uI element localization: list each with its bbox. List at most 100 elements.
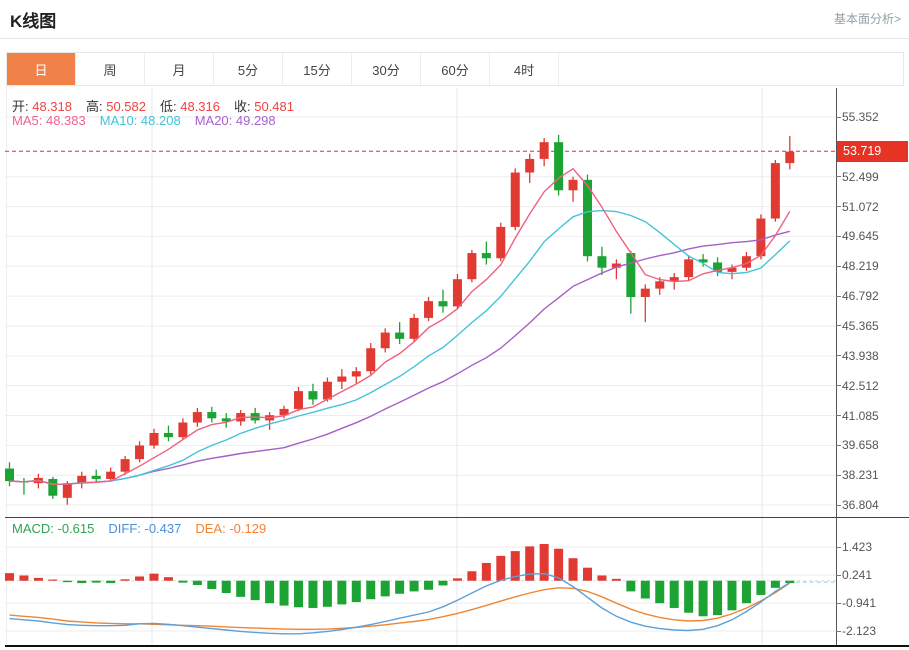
info-pair: MA5: 48.383 [12,113,86,128]
macd-bar [438,580,448,586]
axis-tick [836,385,841,387]
macd-bar [770,580,780,588]
axis-label: 46.792 [842,289,879,304]
axis-label: 52.499 [842,169,879,184]
macd-bar [554,548,564,581]
tab-week[interactable]: 周 [76,53,145,85]
candle-body [496,226,506,259]
candle-body [568,179,578,191]
axis-label: 45.365 [842,318,879,333]
candle-body [5,468,14,482]
candle-body [554,142,564,191]
macd-bar [106,580,116,584]
axis-label: 51.072 [842,199,879,214]
candle-body [351,371,361,377]
axis-tick [836,265,841,267]
info-pair: 高: 50.582 [86,99,146,114]
axis-tick [836,176,841,178]
macd-bar [308,580,318,608]
candle-body [308,391,318,400]
macd-bar [424,580,434,590]
main-candlestick-chart[interactable] [5,88,836,517]
macd-bar [525,546,535,581]
macd-bar [351,580,361,603]
candle-body [178,422,188,438]
axis-tick [836,235,841,237]
ma10-line [9,209,791,486]
page-title: K线图 [10,12,57,31]
candle-body [149,432,159,446]
candle-body [510,172,520,227]
candle-body [106,471,116,479]
macd-bar [366,580,376,600]
tab-4hour[interactable]: 4时 [490,53,559,85]
panel-divider [5,517,909,518]
axis-label: 39.658 [842,438,879,453]
candle-body [438,301,448,307]
macd-bar [207,580,217,590]
axis-tick [836,355,841,357]
candle-body [366,348,376,372]
macd-bar [395,580,405,594]
axis-tick [836,444,841,446]
macd-bar [380,580,390,597]
tab-60min[interactable]: 60分 [421,53,490,85]
macd-bar [236,580,246,597]
candle-body [525,158,535,173]
macd-info-row: MACD: -0.615 DIFF: -0.437 DEA: -0.129 [12,521,280,536]
axis-tick [836,415,841,416]
candle-body [337,376,347,382]
tab-15min[interactable]: 15分 [283,53,352,85]
macd-bar [178,580,188,583]
axis-tick [836,474,841,476]
axis-tick [836,546,841,548]
axis-tick [836,116,841,118]
tab-day[interactable]: 日 [7,53,76,85]
candle-body [163,432,173,438]
tab-month[interactable]: 月 [145,53,214,85]
candle-body [785,151,795,164]
macd-bar [655,580,665,604]
macd-bar [5,573,14,581]
macd-bar [337,580,347,605]
macd-bar [33,577,43,581]
info-pair: 收: 50.481 [234,99,294,114]
candle-body [120,459,130,472]
candle-body [770,163,780,219]
candle-body [481,253,491,259]
macd-bar [568,558,578,581]
macd-bar [756,580,766,595]
info-pair: 开: 48.318 [12,99,72,114]
fundamental-analysis-link[interactable]: 基本面分析> [834,10,901,27]
macd-bar [583,567,592,581]
axis-tick [836,504,841,506]
macd-bar [409,580,419,592]
macd-bar [91,580,101,583]
chart-bottom-border [5,645,909,647]
period-tabbar: 日 周 月 5分 15分 30分 60分 4时 [6,52,904,86]
y-axis-line [836,88,837,646]
candle-body [597,256,607,268]
header-divider [0,38,909,39]
axis-label: -0.941 [842,596,877,611]
axis-label: 1.423 [842,540,873,554]
tab-30min[interactable]: 30分 [352,53,421,85]
macd-bar [452,578,462,581]
axis-tick [836,325,841,327]
tab-5min[interactable]: 5分 [214,53,283,85]
macd-bar [48,579,58,581]
info-pair: MA10: 48.208 [99,113,181,128]
info-pair: MACD: -0.615 [12,521,95,536]
macd-bar [19,575,29,581]
axis-label: 41.085 [842,408,879,423]
candlesticks [5,134,795,505]
axis-label: 42.512 [842,378,879,393]
candle-body [409,317,419,339]
axis-label: 36.804 [842,498,879,513]
info-pair: 低: 48.316 [160,99,220,114]
macd-bar [77,580,87,584]
axis-tick [836,630,841,632]
macd-chart[interactable] [5,517,836,646]
info-pair: DEA: -0.129 [195,521,267,536]
candle-body [91,475,101,479]
